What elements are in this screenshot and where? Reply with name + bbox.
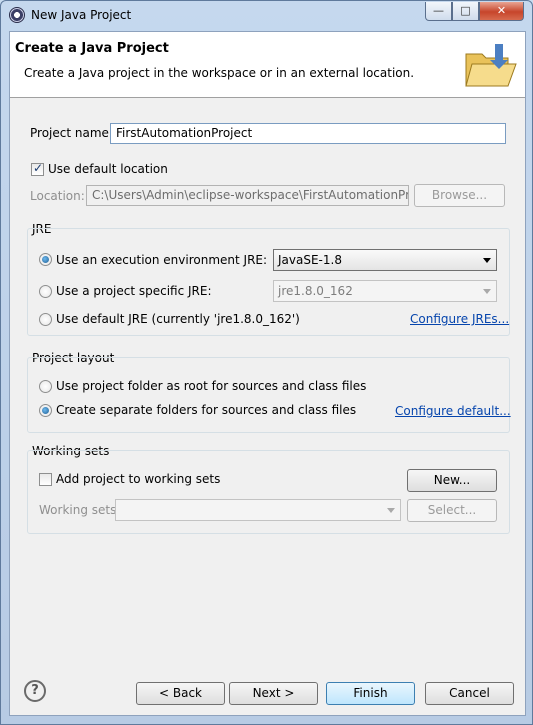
location-label: Location: <box>30 189 85 203</box>
use-default-location-checkbox[interactable] <box>31 161 44 176</box>
use-default-location-label: Use default location <box>48 162 168 176</box>
dialog-client-area: Create a Java Project Create a Java proj… <box>9 31 526 716</box>
layout-separate-folders-label: Create separate folders for sources and … <box>56 403 357 417</box>
chevron-down-icon <box>387 508 395 513</box>
jre-execution-environment-radio[interactable] <box>39 253 52 266</box>
open-folder-icon <box>465 44 517 87</box>
minimize-button[interactable]: — <box>425 2 452 21</box>
page-title: Create a Java Project <box>15 41 169 56</box>
maximize-button[interactable]: □ <box>452 2 479 21</box>
window-title: New Java Project <box>31 8 132 22</box>
title-bar[interactable]: New Java Project — □ ✕ <box>1 1 532 31</box>
wizard-banner: Create a Java Project Create a Java proj… <box>10 32 525 98</box>
eclipse-icon <box>9 7 25 23</box>
project-name-label: Project name: <box>30 126 113 140</box>
layout-root-folder-label: Use project folder as root for sources a… <box>56 379 367 393</box>
layout-separate-folders-radio[interactable] <box>39 404 52 417</box>
project-layout-group <box>27 357 510 433</box>
dialog-window: New Java Project — □ ✕ Create a Java Pro… <box>0 0 533 725</box>
execution-environment-select[interactable]: JavaSE-1.8 <box>273 249 497 271</box>
layout-root-folder-radio[interactable] <box>39 380 52 393</box>
working-sets-label: Working sets: <box>39 503 121 517</box>
page-description: Create a Java project in the workspace o… <box>24 66 415 80</box>
next-button[interactable]: Next > <box>229 682 318 705</box>
jre-execution-environment-label: Use an execution environment JRE: <box>56 253 268 267</box>
help-icon[interactable]: ? <box>24 680 46 702</box>
add-to-working-sets-checkbox[interactable] <box>39 473 52 486</box>
configure-jres-link[interactable]: Configure JREs... <box>410 312 509 326</box>
back-button[interactable]: < Back <box>136 682 225 705</box>
jre-project-specific-label: Use a project specific JRE: <box>56 284 212 298</box>
location-input[interactable]: C:\Users\Admin\eclipse-workspace\FirstAu… <box>86 185 409 206</box>
select-working-sets-button[interactable]: Select... <box>407 499 497 522</box>
configure-default-link[interactable]: Configure default... <box>395 404 511 418</box>
jre-default-label: Use default JRE (currently 'jre1.8.0_162… <box>56 312 300 326</box>
project-name-input[interactable]: FirstAutomationProject <box>110 123 506 144</box>
working-sets-select[interactable] <box>115 499 401 521</box>
project-specific-jre-value: jre1.8.0_162 <box>278 284 353 298</box>
browse-button[interactable]: Browse... <box>414 184 505 207</box>
cancel-button[interactable]: Cancel <box>425 682 514 705</box>
jre-default-radio[interactable] <box>39 313 52 326</box>
chevron-down-icon <box>483 258 491 263</box>
finish-button[interactable]: Finish <box>326 682 415 705</box>
close-button[interactable]: ✕ <box>479 2 524 21</box>
jre-project-specific-radio[interactable] <box>39 285 52 298</box>
chevron-down-icon <box>483 289 491 294</box>
add-to-working-sets-label: Add project to working sets <box>56 472 221 486</box>
project-specific-jre-select[interactable]: jre1.8.0_162 <box>273 280 497 302</box>
execution-environment-value: JavaSE-1.8 <box>278 253 342 267</box>
new-working-set-button[interactable]: New... <box>407 469 497 492</box>
